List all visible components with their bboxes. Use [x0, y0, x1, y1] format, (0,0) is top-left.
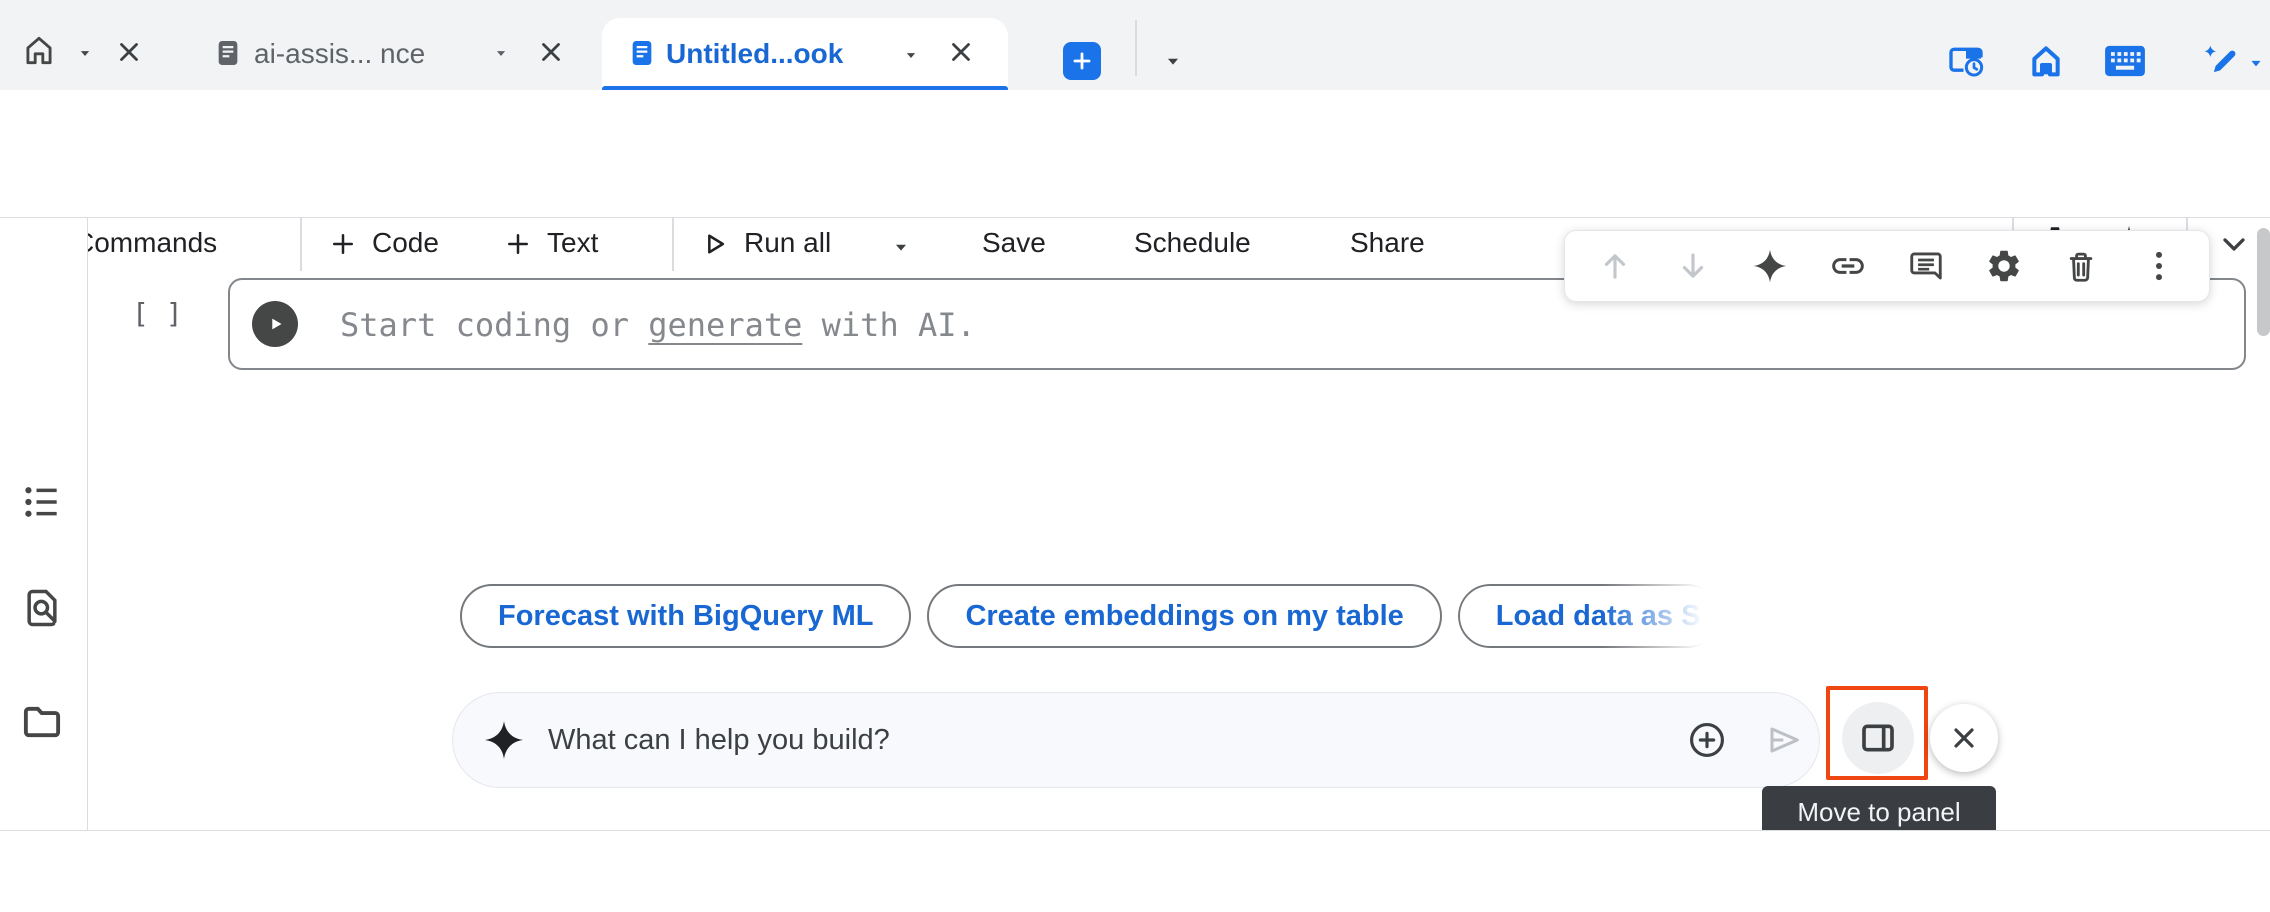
move-cell-down-icon[interactable] [1673, 246, 1713, 286]
chevron-down-icon[interactable] [492, 44, 510, 62]
divider [300, 217, 302, 271]
recent-tabs-icon[interactable] [1946, 41, 1986, 81]
chip-embeddings[interactable]: Create embeddings on my table [927, 584, 1441, 648]
chip-forecast[interactable]: Forecast with BigQuery ML [460, 584, 911, 648]
sparkle-icon [482, 718, 526, 762]
add-context-icon[interactable] [1686, 719, 1728, 761]
side-panel-icon [1858, 718, 1898, 758]
send-icon[interactable] [1764, 720, 1804, 760]
run-all-play-icon [698, 228, 730, 260]
cell-placeholder[interactable]: Start coding or generate with AI. [340, 306, 976, 344]
tab-list-chevron-icon[interactable] [1162, 50, 1184, 72]
notebook-app: ai-assis... nce Untitled...ook [0, 0, 2270, 912]
tab-strip: ai-assis... nce Untitled...ook [0, 0, 2270, 90]
divider [672, 217, 674, 271]
plus-icon [1069, 48, 1095, 74]
document-icon [212, 37, 244, 69]
add-text-button[interactable]: Text [547, 227, 598, 259]
comment-icon[interactable] [1906, 246, 1946, 286]
tab-inactive-label[interactable]: ai-assis... nce [254, 38, 425, 70]
bottom-bar: { } Variables Terminal [0, 830, 2270, 912]
share-button[interactable]: Share [1350, 227, 1425, 259]
move-cell-up-icon[interactable] [1595, 246, 1635, 286]
chip-load-data[interactable]: Load data as S [1458, 584, 1720, 648]
run-cell-button[interactable] [252, 301, 298, 347]
placeholder-suffix: with AI. [802, 306, 975, 344]
link-icon[interactable] [1828, 246, 1868, 286]
delete-trash-icon[interactable] [2061, 246, 2101, 286]
move-to-panel-button[interactable] [1842, 702, 1914, 774]
close-icon[interactable] [946, 37, 976, 67]
generate-link[interactable]: generate [648, 306, 802, 344]
placeholder-prefix: Start coding or [340, 306, 648, 344]
home-tab[interactable] [20, 31, 58, 69]
tab-active-label[interactable]: Untitled...ook [666, 38, 843, 70]
left-sidebar [0, 218, 88, 830]
close-prompt-button[interactable] [1930, 704, 1998, 772]
new-tab-button[interactable] [1063, 42, 1101, 80]
cell-execution-count: [ ] [132, 297, 183, 330]
plus-icon [503, 229, 533, 259]
chevron-down-icon[interactable] [76, 44, 94, 62]
collapse-chevron-icon[interactable] [2216, 226, 2252, 262]
close-icon[interactable] [536, 37, 566, 67]
save-button[interactable]: Save [982, 227, 1046, 259]
add-code-button[interactable]: Code [372, 227, 439, 259]
schedule-button[interactable]: Schedule [1134, 227, 1251, 259]
run-all-button[interactable]: Run all [744, 227, 831, 259]
close-icon [1948, 722, 1980, 754]
plus-icon [328, 229, 358, 259]
find-in-document-icon[interactable] [20, 586, 64, 630]
cell-toolbar [1564, 230, 2210, 302]
notebook-toolbar: Commands Code Text Run all Save Schedule… [0, 90, 2270, 218]
vertical-scrollbar[interactable] [2257, 228, 2270, 336]
suggestion-chips: Forecast with BigQuery ML Create embeddi… [460, 584, 1720, 648]
more-options-icon[interactable] [2139, 246, 2179, 286]
chevron-down-icon[interactable] [890, 236, 912, 258]
home-icon[interactable] [2026, 41, 2066, 81]
prompt-input[interactable]: What can I help you build? [548, 724, 890, 757]
commands-button[interactable]: Commands [74, 227, 217, 259]
chevron-down-icon[interactable] [2246, 53, 2266, 73]
folder-icon[interactable] [20, 700, 64, 744]
sparkle-icon[interactable] [1750, 246, 1790, 286]
divider [1135, 20, 1137, 76]
document-icon [626, 37, 658, 69]
magic-pen-icon[interactable] [2200, 41, 2240, 81]
close-icon[interactable] [114, 37, 144, 67]
keyboard-icon[interactable] [2102, 43, 2148, 79]
cell-settings-gear-icon[interactable] [1984, 246, 2024, 286]
table-of-contents-icon[interactable] [20, 480, 64, 524]
chevron-down-icon[interactable] [902, 46, 920, 64]
play-icon [262, 311, 288, 337]
